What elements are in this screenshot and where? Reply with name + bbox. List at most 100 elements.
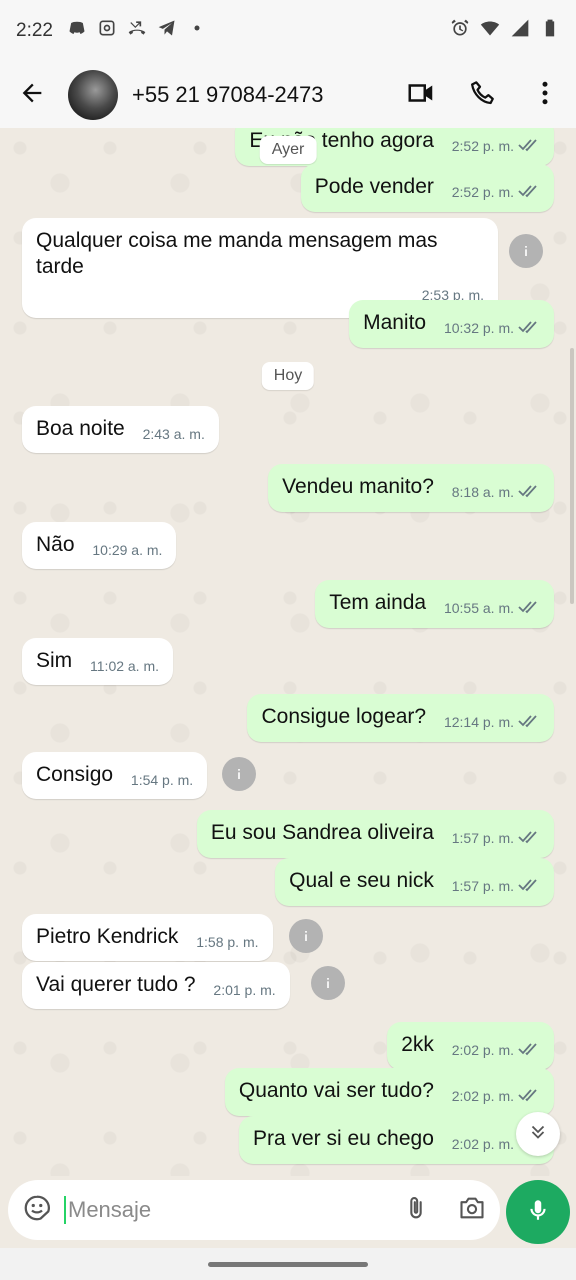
message-text: Consigue logear? (261, 705, 427, 728)
message-bubble-out[interactable]: Consigue logear? 12:14 p. m. (247, 694, 554, 743)
video-call-button[interactable] (390, 62, 452, 128)
message-bubble-in[interactable]: Consigo 1:54 p. m. (22, 752, 208, 799)
message-bubble-out[interactable]: Eu sou Sandrea oliveira 1:57 p. m. (196, 810, 554, 859)
emoji-sticker-button[interactable] (22, 1193, 52, 1228)
info-icon[interactable] (289, 919, 323, 953)
battery-icon (540, 18, 560, 44)
message-bubble-in[interactable]: Não 10:29 a. m. (22, 522, 177, 569)
message-bubble-out[interactable]: Manito 10:32 p. m. (349, 300, 554, 349)
message-bubble-out[interactable]: Pra ver si eu chego 2:02 p. m. (238, 1116, 554, 1165)
message-time: 10:55 a. m. (443, 600, 514, 616)
contact-name[interactable]: +55 21 97084-2473 (132, 82, 323, 108)
read-ticks-icon (518, 1038, 540, 1064)
message-time: 2:52 p. m. (451, 138, 514, 154)
instagram-icon (97, 18, 117, 44)
attach-button[interactable] (402, 1194, 430, 1227)
message-text: Vendeu manito? (282, 475, 434, 498)
read-ticks-icon (518, 874, 540, 900)
message-text: Eu sou Sandrea oliveira (210, 821, 434, 844)
read-ticks-icon (518, 480, 540, 506)
message-time: 1:57 p. m. (451, 878, 514, 894)
message-text: Qual e seu nick (289, 869, 434, 892)
discord-icon (67, 18, 87, 44)
signal-icon (510, 18, 530, 44)
camera-button[interactable] (458, 1194, 486, 1227)
voice-call-icon (468, 78, 498, 113)
chat-header: +55 21 97084-2473 (0, 62, 576, 128)
scroll-to-bottom-button[interactable] (516, 1112, 560, 1156)
date-chip-today: Hoy (261, 362, 315, 390)
message-text: Sim (36, 649, 73, 672)
message-bubble-in[interactable]: Vai querer tudo ? 2:01 p. m. (22, 962, 290, 1009)
scroll-indicator[interactable] (570, 348, 574, 604)
chat-area[interactable]: Eu não tenho agora 2:52 p. m. Ayer Pode … (0, 128, 576, 1176)
microphone-icon (525, 1197, 551, 1228)
message-time: 11:02 a. m. (90, 658, 160, 674)
message-text: Boa noite (36, 417, 125, 440)
message-bubble-out[interactable]: 2kk 2:02 p. m. (387, 1022, 554, 1071)
alarm-icon (450, 18, 470, 44)
message-text: Quanto vai ser tudo? (238, 1079, 434, 1102)
message-time: 10:32 p. m. (443, 320, 514, 336)
voice-call-button[interactable] (452, 62, 514, 128)
message-time: 1:57 p. m. (451, 830, 514, 846)
read-ticks-icon (518, 826, 540, 852)
message-bubble-out[interactable]: Quanto vai ser tudo? 2:02 p. m. (224, 1068, 554, 1117)
read-ticks-icon (518, 710, 540, 736)
date-chip-yesterday: Ayer (259, 136, 317, 164)
message-bubble-out[interactable]: Qual e seu nick 1:57 p. m. (275, 858, 554, 907)
message-bubble-in[interactable]: Pietro Kendrick 1:58 p. m. (22, 914, 273, 961)
dot-icon (187, 18, 207, 44)
message-bubble-in[interactable]: Boa noite 2:43 a. m. (22, 406, 219, 453)
message-time: 1:54 p. m. (130, 772, 194, 788)
message-bubble-out[interactable]: Vendeu manito? 8:18 a. m. (268, 464, 554, 513)
status-time: 2:22 (16, 20, 53, 41)
info-icon[interactable] (222, 757, 256, 791)
message-bubble-out[interactable]: Tem ainda 10:55 a. m. (315, 580, 554, 629)
message-time: 2:02 p. m. (451, 1088, 514, 1104)
home-gesture-handle[interactable] (208, 1261, 368, 1267)
message-text: Pode vender (314, 175, 434, 198)
telegram-icon (157, 18, 177, 44)
message-time: 12:14 p. m. (443, 714, 514, 730)
info-icon[interactable] (311, 966, 345, 1000)
video-call-icon (406, 78, 436, 113)
read-ticks-icon (518, 134, 540, 160)
message-time: 8:18 a. m. (451, 484, 514, 500)
sticker-icon (24, 1195, 51, 1220)
message-time: 2:02 p. m. (451, 1042, 514, 1058)
message-time: 1:58 p. m. (196, 934, 259, 950)
message-bubble-out[interactable]: Pode vender 2:52 p. m. (300, 164, 554, 213)
read-ticks-icon (518, 596, 540, 622)
back-button[interactable] (0, 62, 64, 128)
message-input[interactable]: Mensaje (68, 1197, 151, 1223)
message-text: Consigo (36, 763, 114, 786)
message-text: Vai querer tudo ? (36, 973, 196, 996)
message-text: 2kk (401, 1033, 434, 1056)
info-icon[interactable] (509, 234, 543, 268)
paperclip-icon (410, 1196, 422, 1218)
missed-call-icon (127, 18, 147, 44)
double-chevron-down-icon (527, 1121, 549, 1148)
text-caret (64, 1196, 66, 1224)
message-text: Tem ainda (329, 591, 427, 614)
message-text: Pietro Kendrick (36, 925, 179, 948)
wifi-icon (480, 18, 500, 44)
message-time: 10:29 a. m. (92, 542, 163, 558)
status-bar: 2:22 (0, 0, 576, 62)
message-time: 2:01 p. m. (213, 982, 276, 998)
voice-message-button[interactable] (506, 1180, 570, 1244)
back-arrow-icon (18, 79, 46, 112)
contact-avatar[interactable] (68, 70, 118, 120)
message-text: Não (36, 533, 75, 556)
more-options-button[interactable] (514, 62, 576, 128)
message-text: Pra ver si eu chego (252, 1127, 434, 1150)
system-nav-bar (0, 1248, 576, 1280)
message-time: 2:02 p. m. (451, 1136, 514, 1152)
message-time: 2:43 a. m. (142, 426, 205, 442)
read-ticks-icon (518, 180, 540, 206)
camera-icon (460, 1197, 484, 1218)
message-composer[interactable]: Mensaje (8, 1180, 500, 1240)
message-text: Manito (363, 311, 427, 334)
message-bubble-in[interactable]: Sim 11:02 a. m. (22, 638, 174, 685)
